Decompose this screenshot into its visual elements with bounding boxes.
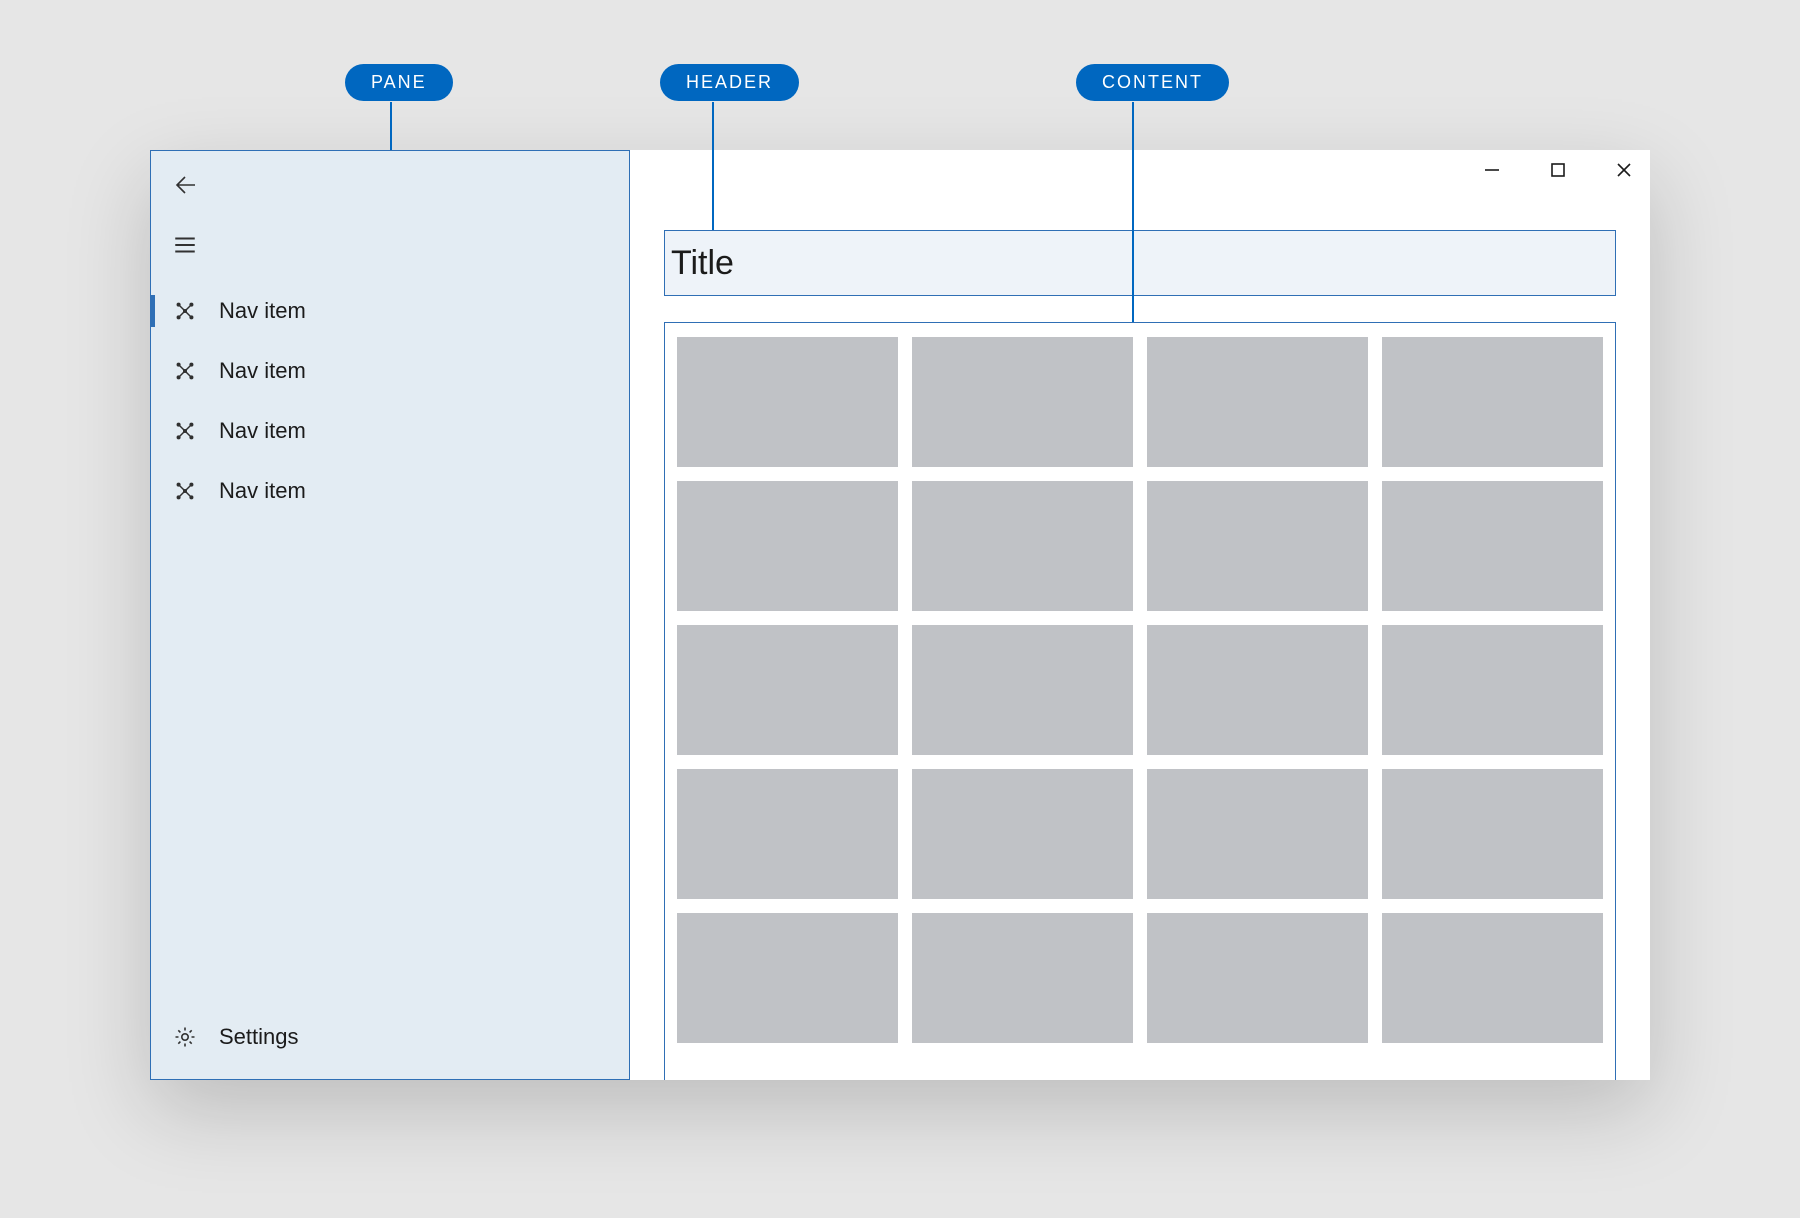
app-window: Nav item Nav item Nav item Nav item xyxy=(150,150,1650,1080)
nav-item-icon xyxy=(173,299,197,323)
content-tile[interactable] xyxy=(912,913,1133,1043)
minimize-button[interactable] xyxy=(1480,160,1504,184)
content-grid xyxy=(677,337,1603,1043)
nav-item-label: Nav item xyxy=(219,358,306,384)
window-controls xyxy=(1480,160,1636,184)
nav-item-label: Nav item xyxy=(219,298,306,324)
content-tile[interactable] xyxy=(1147,337,1368,467)
content-tile[interactable] xyxy=(677,913,898,1043)
content-tile[interactable] xyxy=(912,769,1133,899)
content-tile[interactable] xyxy=(1147,913,1368,1043)
content-tile[interactable] xyxy=(1382,913,1603,1043)
settings-item[interactable]: Settings xyxy=(151,1007,629,1067)
content-tile[interactable] xyxy=(677,337,898,467)
leader-content xyxy=(1132,102,1134,322)
nav-item-label: Nav item xyxy=(219,478,306,504)
callout-header: HEADER xyxy=(660,64,799,101)
nav-list: Nav item Nav item Nav item Nav item xyxy=(151,281,629,1007)
main-area: Title xyxy=(630,150,1650,1080)
pane-top xyxy=(151,151,629,281)
nav-item-icon xyxy=(173,419,197,443)
navigation-pane: Nav item Nav item Nav item Nav item xyxy=(150,150,630,1080)
callout-content: CONTENT xyxy=(1076,64,1229,101)
nav-item-3[interactable]: Nav item xyxy=(151,461,629,521)
content-tile[interactable] xyxy=(1382,625,1603,755)
nav-item-icon xyxy=(173,359,197,383)
content-tile[interactable] xyxy=(1147,481,1368,611)
nav-item-2[interactable]: Nav item xyxy=(151,401,629,461)
content-tile[interactable] xyxy=(1382,481,1603,611)
nav-item-icon xyxy=(173,479,197,503)
settings-label: Settings xyxy=(219,1024,299,1050)
content-tile[interactable] xyxy=(1382,769,1603,899)
content-tile[interactable] xyxy=(677,769,898,899)
nav-item-0[interactable]: Nav item xyxy=(151,281,629,341)
pane-footer: Settings xyxy=(151,1007,629,1079)
close-icon xyxy=(1615,161,1633,184)
minimize-icon xyxy=(1483,161,1501,184)
maximize-icon xyxy=(1550,162,1566,183)
content-tile[interactable] xyxy=(677,625,898,755)
content-tile[interactable] xyxy=(1147,625,1368,755)
back-arrow-icon xyxy=(173,173,197,202)
content-tile[interactable] xyxy=(677,481,898,611)
maximize-button[interactable] xyxy=(1546,160,1570,184)
content-tile[interactable] xyxy=(912,625,1133,755)
content-area xyxy=(664,322,1616,1080)
gear-icon xyxy=(173,1025,197,1049)
content-tile[interactable] xyxy=(912,337,1133,467)
leader-pane xyxy=(390,102,392,150)
callout-pane: PANE xyxy=(345,64,453,101)
back-button[interactable] xyxy=(169,171,201,203)
nav-item-label: Nav item xyxy=(219,418,306,444)
nav-item-1[interactable]: Nav item xyxy=(151,341,629,401)
content-tile[interactable] xyxy=(1382,337,1603,467)
close-button[interactable] xyxy=(1612,160,1636,184)
content-tile[interactable] xyxy=(1147,769,1368,899)
hamburger-button[interactable] xyxy=(169,231,201,263)
hamburger-icon xyxy=(172,232,198,263)
page-title: Title xyxy=(671,244,734,283)
page-header: Title xyxy=(664,230,1616,296)
content-tile[interactable] xyxy=(912,481,1133,611)
leader-header xyxy=(712,102,714,230)
